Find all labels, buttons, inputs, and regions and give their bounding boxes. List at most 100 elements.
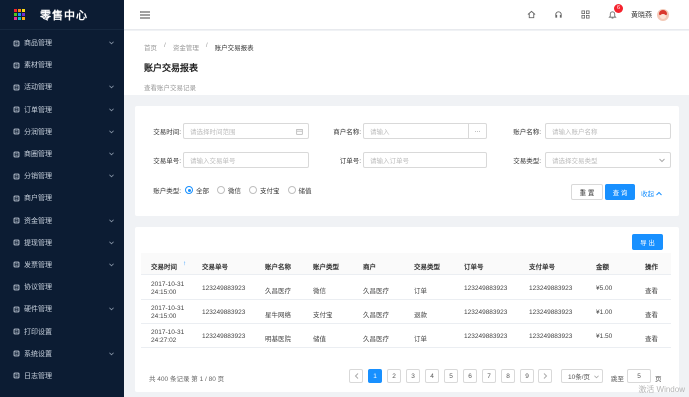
cell-trade-no: 123249883923 (202, 333, 246, 340)
table-row: 2017-10-31 24:15:00 123249883923 久昌医疗 微信 久昌医疗… (141, 276, 671, 300)
sidebar-item[interactable]: 打印设置 (0, 320, 124, 342)
breadcrumb-home[interactable]: 首页 (144, 42, 157, 52)
sidebar-item[interactable]: 提现管理 (0, 232, 124, 254)
top-header: 6 黄晓燕 (124, 0, 689, 30)
sidebar-item[interactable]: 分润管理 (0, 121, 124, 143)
next-page-button[interactable] (538, 369, 552, 383)
collapse-label: 收起 (641, 191, 654, 198)
logo-tile (22, 17, 25, 20)
column-header: 订单号 (464, 264, 484, 271)
sidebar-item[interactable]: 资金管理 (0, 210, 124, 232)
cell-action[interactable]: 查看 (645, 333, 658, 343)
cell-pay-no: 123249883923 (529, 333, 573, 340)
chevron-down-icon (594, 375, 599, 379)
distribution-icon (12, 172, 20, 180)
cell-action[interactable]: 查看 (645, 309, 658, 319)
breadcrumb-finance[interactable]: 资金管理 (173, 42, 199, 52)
sidebar-item[interactable]: 发票管理 (0, 254, 124, 276)
time-date: 2017-10-31 (151, 305, 185, 312)
sidebar-item[interactable]: 活动管理 (0, 76, 124, 98)
order-icon (12, 106, 20, 114)
cell-account[interactable]: 星牛网络 (265, 309, 291, 319)
chevron-down-icon (108, 107, 114, 113)
sidebar-item[interactable]: 协议管理 (0, 276, 124, 298)
page-button[interactable]: 2 (387, 369, 401, 383)
cell-merchant[interactable]: 久昌医疗 (363, 333, 389, 343)
cell-account[interactable]: 久昌医疗 (265, 285, 291, 295)
sidebar-item[interactable]: 日志管理 (0, 365, 124, 387)
cell-merchant[interactable]: 久昌医疗 (363, 285, 389, 295)
collapse-toggle[interactable]: 收起 (641, 188, 662, 198)
merchant-name-input[interactable]: 请输入 ··· (363, 123, 487, 139)
table-panel: 导 出 交易时间 ↑ 交易单号 账户名称 账户类型 商户 交易类型 订单号 支付单号 金额 操作 2… (135, 227, 679, 392)
bell-icon[interactable]: 6 (608, 4, 623, 19)
chevron-down-icon (659, 158, 665, 163)
merchant-name-placeholder: 请输入 (370, 129, 390, 136)
page-button[interactable]: 1 (368, 369, 382, 383)
headset-icon[interactable] (554, 10, 563, 19)
trade-no-input[interactable]: 请输入交易单号 (183, 152, 309, 168)
grid-icon (12, 150, 20, 158)
user-name[interactable]: 黄晓燕 (631, 10, 652, 20)
table-header: 交易时间 ↑ 交易单号 账户名称 账户类型 商户 交易类型 订单号 支付单号 金额 操作 (141, 253, 671, 275)
sort-asc-icon[interactable]: ↑ (183, 260, 186, 267)
sidebar-item[interactable]: 素材管理 (0, 54, 124, 76)
page-button[interactable]: 3 (406, 369, 420, 383)
account-type-radio[interactable]: 储值 (287, 185, 312, 195)
trade-type-select[interactable]: 请选择交易类型 (545, 152, 671, 168)
page-button[interactable]: 9 (520, 369, 534, 383)
chevron-down-icon (108, 218, 114, 224)
cell-merchant[interactable]: 久昌医疗 (363, 309, 389, 319)
cell-pay-no: 123249883923 (529, 285, 573, 292)
share-icon (12, 128, 20, 136)
cell-action[interactable]: 查看 (645, 285, 658, 295)
sidebar-item-label: 硬件管理 (24, 306, 52, 314)
page-button[interactable]: 4 (425, 369, 439, 383)
cell-order-no[interactable]: 123249883923 (464, 309, 507, 316)
column-header: 交易单号 (202, 264, 228, 271)
search-button[interactable]: 查 询 (605, 184, 635, 200)
sidebar-item[interactable]: 商圈管理 (0, 143, 124, 165)
chevron-down-icon (108, 240, 114, 246)
export-button[interactable]: 导 出 (632, 234, 663, 250)
sidebar-item[interactable]: 商户管理 (0, 187, 124, 209)
prev-page-button[interactable] (349, 369, 363, 383)
contract-icon (12, 283, 20, 291)
radio-dot (249, 186, 257, 194)
column-header[interactable]: 交易时间 (151, 261, 177, 271)
page-size-select[interactable]: 10条/页 (561, 369, 603, 383)
apps-grid-icon[interactable] (14, 9, 25, 20)
avatar[interactable] (657, 8, 669, 21)
account-type-radio[interactable]: 全部 (185, 185, 209, 195)
sidebar-item[interactable]: 硬件管理 (0, 298, 124, 320)
account-name-input[interactable]: 请输入账户名称 (545, 123, 671, 139)
page-button[interactable]: 6 (463, 369, 477, 383)
order-no-input[interactable]: 请输入订单号 (363, 152, 487, 168)
radio-dot (217, 186, 225, 194)
page-button[interactable]: 7 (482, 369, 496, 383)
menu-toggle-icon[interactable] (140, 10, 150, 20)
account-type-radio[interactable]: 微信 (217, 185, 241, 195)
chevron-down-icon (108, 84, 114, 90)
more-options-icon[interactable]: ··· (468, 124, 486, 138)
trade-time-picker[interactable]: 请选择时间范围 (183, 123, 309, 139)
jump-page-input[interactable]: 5 (627, 369, 651, 383)
page-button[interactable]: 8 (501, 369, 515, 383)
cell-account[interactable]: 明基医院 (265, 333, 291, 343)
apps-icon[interactable] (581, 10, 590, 19)
account-type-radio[interactable]: 支付宝 (249, 185, 280, 195)
cell-order-no[interactable]: 123249883923 (464, 333, 507, 340)
sidebar-item[interactable]: 系统设置 (0, 343, 124, 365)
sidebar-item[interactable]: 商品管理 (0, 32, 124, 54)
home-icon[interactable] (527, 10, 536, 19)
logo-tile (22, 9, 25, 12)
sidebar-item-label: 协议管理 (24, 284, 52, 292)
reset-button[interactable]: 重 置 (571, 184, 603, 200)
page-button[interactable]: 5 (444, 369, 458, 383)
print-icon (12, 328, 20, 336)
activation-watermark: 激活 Window (638, 385, 685, 394)
sidebar-item[interactable]: 订单管理 (0, 99, 124, 121)
cell-order-no[interactable]: 123249883923 (464, 285, 507, 292)
store-icon (12, 194, 20, 202)
sidebar-item[interactable]: 分销管理 (0, 165, 124, 187)
